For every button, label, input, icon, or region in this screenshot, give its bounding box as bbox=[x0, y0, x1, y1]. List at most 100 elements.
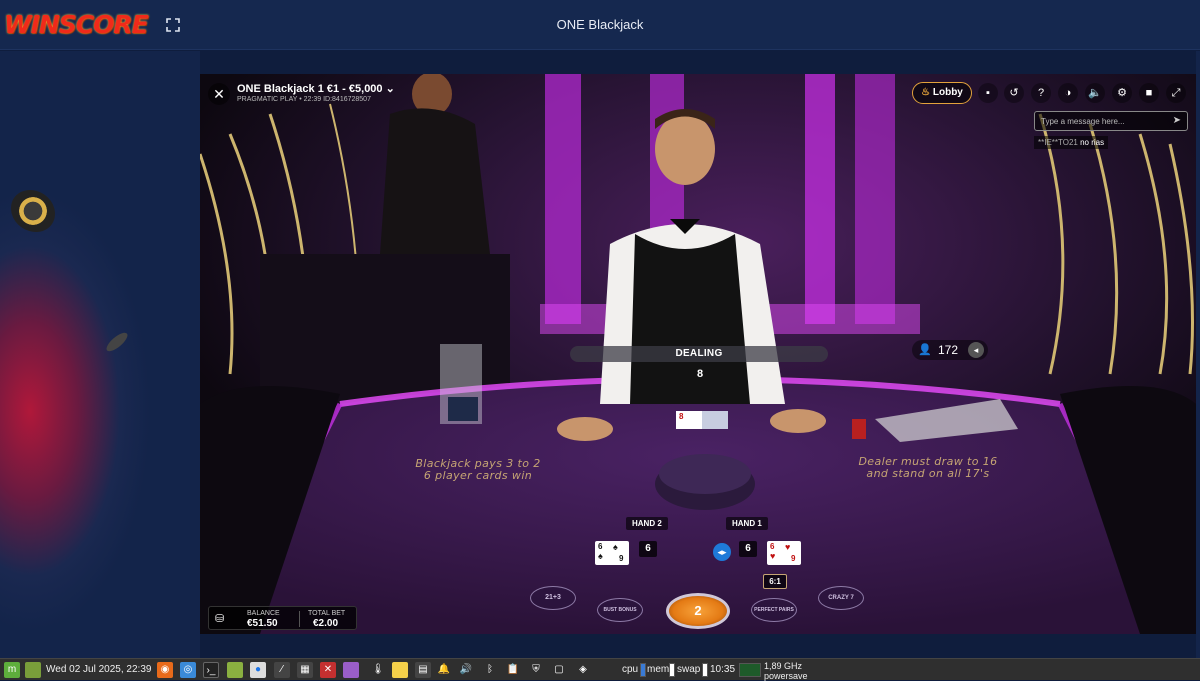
heart-icon: ♥ bbox=[770, 551, 776, 561]
chat-message-text: no rias bbox=[1080, 138, 1105, 147]
card-rank: 6 bbox=[598, 542, 603, 551]
cpu-label: cpu bbox=[622, 664, 639, 675]
swap-graph bbox=[702, 663, 708, 677]
window-icon[interactable]: ▢ bbox=[551, 662, 567, 678]
x-app-icon[interactable]: ✕ bbox=[320, 662, 336, 678]
video-icon[interactable]: ■ bbox=[1139, 83, 1159, 103]
menu-icon[interactable]: m bbox=[4, 662, 20, 678]
players-counter: 👤 172 ◂ bbox=[912, 340, 988, 360]
balance-label: BALANCE bbox=[247, 610, 280, 617]
flame-icon: ♨ bbox=[921, 87, 931, 98]
chevron-down-icon: ⌄ bbox=[385, 83, 395, 95]
side-bet-crazy-7[interactable]: CRAZY 7 bbox=[818, 586, 864, 610]
volume-icon[interactable]: 🔊 bbox=[458, 662, 474, 678]
cpu-graph bbox=[640, 663, 646, 677]
balance-panel: ⛁ BALANCE €51.50 TOTAL BET €2.00 bbox=[208, 606, 357, 630]
fullscreen-game-icon[interactable]: ⤢ bbox=[1166, 83, 1186, 103]
bell-icon[interactable]: 🔔 bbox=[436, 662, 452, 678]
site-header: WINSCORE ONE Blackjack bbox=[0, 0, 1200, 50]
settings-icon[interactable]: ⚙ bbox=[1112, 83, 1132, 103]
chat-input[interactable]: Type a message here... ➤ bbox=[1034, 111, 1188, 131]
card-rank: 9 bbox=[791, 554, 796, 563]
spade-icon: ♠ bbox=[598, 551, 603, 561]
apps-grid-icon[interactable]: ▤ bbox=[415, 662, 431, 678]
history-icon[interactable]: ↺ bbox=[1004, 83, 1024, 103]
shield-icon[interactable]: ⛨ bbox=[528, 662, 544, 678]
editor-icon[interactable]: ⁄ bbox=[274, 662, 290, 678]
lobby-button[interactable]: ♨ Lobby bbox=[912, 82, 972, 104]
decorative-chip bbox=[103, 329, 131, 355]
table-rule-right: Dealer must draw to 16 and stand on all … bbox=[828, 456, 1028, 480]
help-icon[interactable]: ? bbox=[1031, 83, 1051, 103]
table-rule-left-line: 6 player cards win bbox=[423, 469, 533, 482]
mem-label: mem bbox=[647, 664, 670, 675]
terminal-icon[interactable]: ›_ bbox=[203, 662, 219, 678]
side-bet-bust-bonus[interactable]: BUST BONUS bbox=[597, 598, 643, 622]
seat-icon: ◂ bbox=[968, 342, 984, 358]
card-rank: 6 bbox=[770, 542, 775, 551]
card-rank: 9 bbox=[619, 554, 624, 563]
table-name-dropdown[interactable]: ONE Blackjack 1 €1 - €5,000 ⌄ bbox=[237, 82, 395, 95]
round-status: DEALING bbox=[570, 346, 828, 362]
sound-icon[interactable]: 🔈 bbox=[1085, 83, 1105, 103]
status-countdown: 8 bbox=[696, 368, 704, 380]
notes-icon[interactable] bbox=[392, 662, 408, 678]
table-name-label: ONE Blackjack 1 €1 - €5,000 bbox=[237, 83, 383, 95]
spade-icon: ♠ bbox=[613, 542, 618, 552]
taskbar-clock[interactable]: Wed 02 Jul 2025, 22:39 bbox=[46, 664, 151, 675]
chips-icon: ⛁ bbox=[215, 613, 225, 625]
payout-badge: 6:1 bbox=[763, 574, 787, 589]
table-rule-right-line: and stand on all 17's bbox=[866, 467, 990, 480]
balance-value: €51.50 bbox=[247, 618, 278, 629]
hand-2-score: 6 bbox=[639, 541, 657, 557]
page-title: ONE Blackjack bbox=[556, 17, 644, 32]
chat-icon[interactable]: ▪ bbox=[978, 83, 998, 103]
bluetooth-icon[interactable]: ᛒ bbox=[482, 662, 498, 678]
browser-icon[interactable]: ◎ bbox=[180, 662, 196, 678]
main-bet-chip[interactable]: 2 bbox=[666, 593, 730, 629]
files-icon[interactable] bbox=[227, 662, 243, 678]
app-purple-icon[interactable] bbox=[343, 662, 359, 678]
cpu-freq: 1,89 GHz bbox=[764, 661, 803, 671]
heart-icon: ♥ bbox=[785, 542, 791, 552]
chat-message: **IE**TO21 no rias bbox=[1034, 136, 1109, 149]
dealer-card-rank: 8 bbox=[679, 412, 684, 421]
chat-placeholder: Type a message here... bbox=[1041, 117, 1125, 126]
decorative-chip bbox=[2, 181, 64, 241]
hand-1-score: 6 bbox=[739, 541, 757, 557]
clipboard-icon[interactable]: 📋 bbox=[505, 662, 521, 678]
close-button[interactable]: ✕ bbox=[208, 83, 230, 105]
side-bet-perfect-pairs[interactable]: PERFECT PAIRS bbox=[751, 598, 797, 622]
user-icon: 👤 bbox=[918, 344, 932, 356]
game-frame[interactable]: ✕ ONE Blackjack 1 €1 - €5,000 ⌄ PRAGMATI… bbox=[200, 74, 1196, 634]
table-meta: PRAGMATIC PLAY • 22:39 ID:8416728507 bbox=[237, 96, 371, 103]
dealer-card: 8 bbox=[676, 411, 702, 429]
chrome-icon[interactable]: ● bbox=[250, 662, 266, 678]
background-decor bbox=[0, 51, 200, 658]
chat-message-user: **IE**TO21 bbox=[1038, 138, 1078, 147]
taskbar-time[interactable]: 10:35 bbox=[710, 664, 735, 675]
swap-hands-icon[interactable]: ◂▸ bbox=[713, 543, 731, 561]
lobby-label: Lobby bbox=[932, 87, 963, 98]
total-bet-label: TOTAL BET bbox=[308, 610, 346, 617]
taskbar: m Wed 02 Jul 2025, 22:39 ◉ ◎ ›_ ● ⁄ ▦ ✕ … bbox=[0, 658, 1200, 681]
side-bet-21-3[interactable]: 21+3 bbox=[530, 586, 576, 610]
table-rule-left: Blackjack pays 3 to 2 6 player cards win bbox=[378, 458, 578, 482]
nvidia-icon[interactable]: ◈ bbox=[575, 662, 591, 678]
mem-graph bbox=[669, 663, 675, 677]
swap-label: swap bbox=[677, 664, 701, 675]
divider bbox=[299, 611, 300, 627]
total-bet-value: €2.00 bbox=[313, 618, 339, 629]
show-desktop-icon[interactable] bbox=[25, 662, 41, 678]
send-icon[interactable]: ➤ bbox=[1173, 115, 1181, 126]
headset-icon[interactable]: ◑ bbox=[1058, 83, 1078, 103]
thermometer-icon[interactable]: 🌡 bbox=[370, 662, 386, 678]
cpu-freq-graph bbox=[739, 663, 761, 677]
firefox-icon[interactable]: ◉ bbox=[157, 662, 173, 678]
hand-2-label: HAND 2 bbox=[626, 517, 668, 530]
hand-1-label: HAND 1 bbox=[726, 517, 768, 530]
hand-2-cards: 6 ♠ ♠ 9 bbox=[595, 541, 629, 565]
app-icon[interactable]: ▦ bbox=[297, 662, 313, 678]
hand-1-cards: 6 ♥ ♥ 9 bbox=[767, 541, 801, 565]
background-decor-right bbox=[1196, 51, 1200, 658]
